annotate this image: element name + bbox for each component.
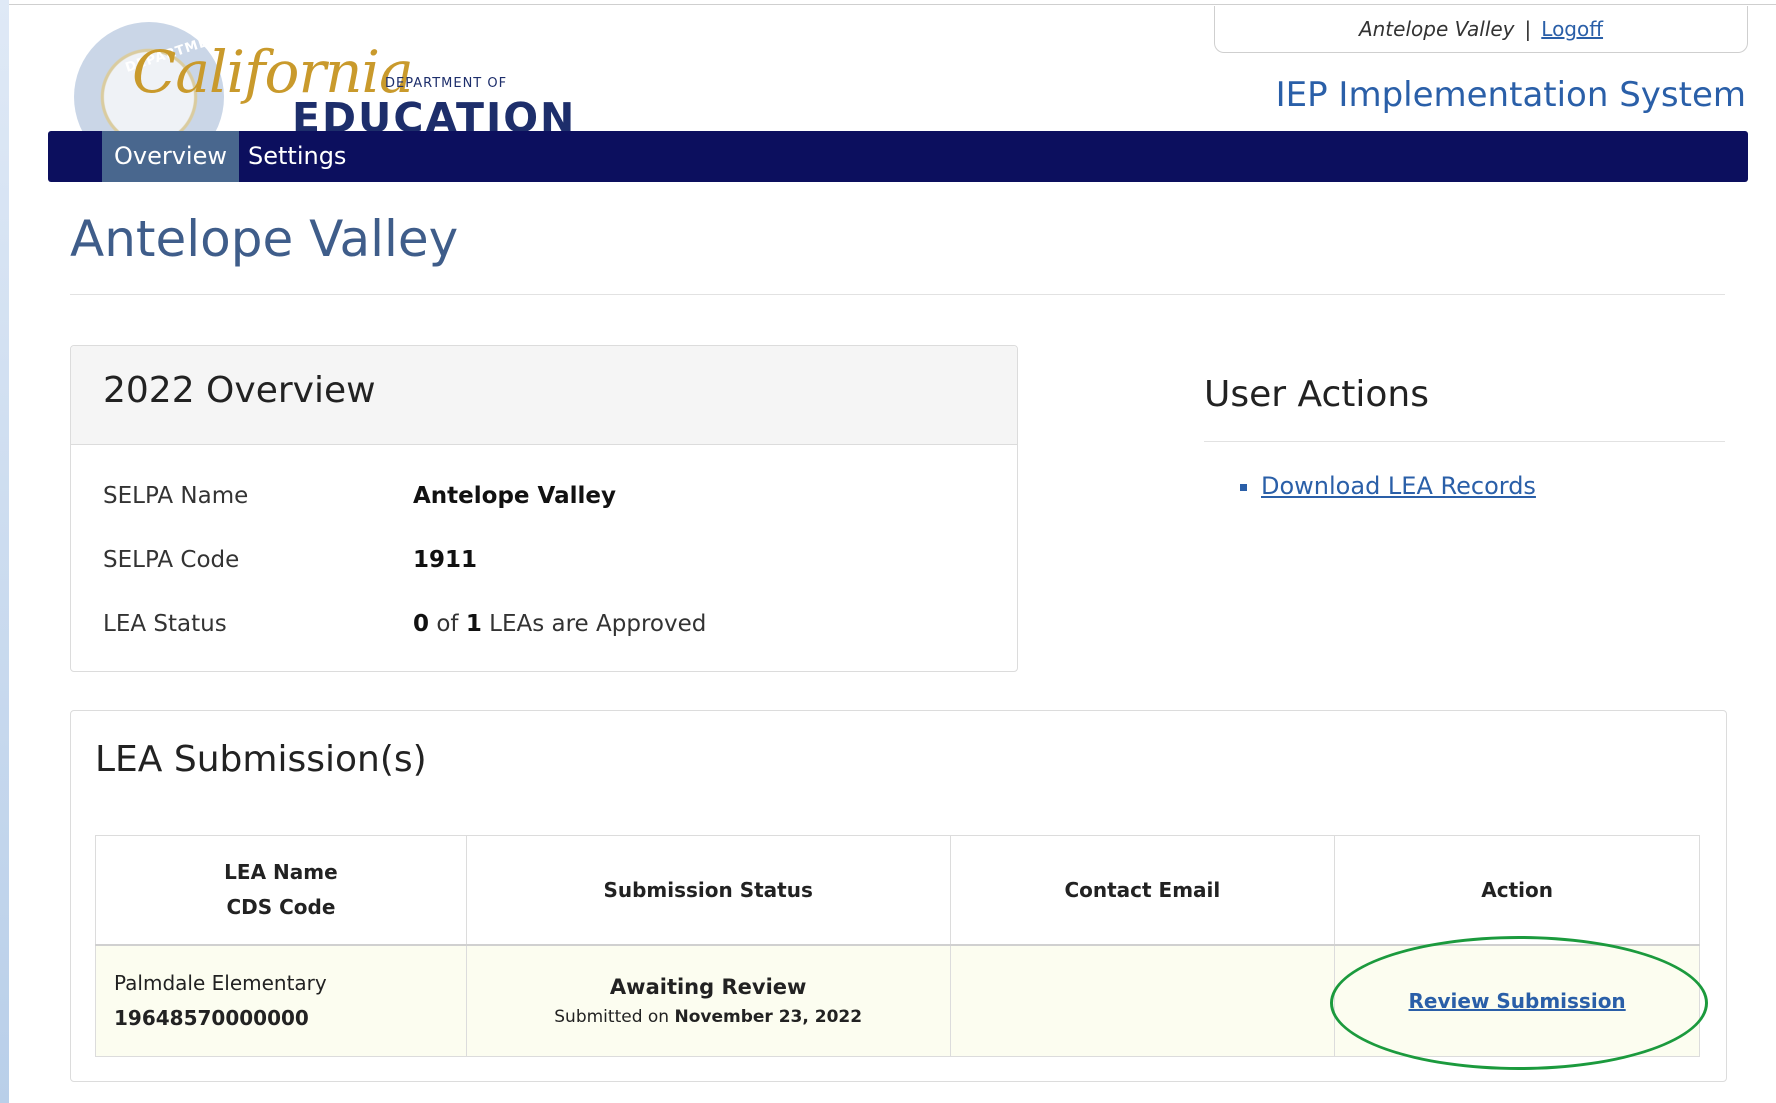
lea-total-count: 1 xyxy=(465,611,482,637)
action-cell: Review Submission xyxy=(1334,944,1700,1057)
download-lea-records-link[interactable]: Download LEA Records xyxy=(1261,472,1536,500)
col-submission-status: Submission Status xyxy=(465,835,951,946)
selpa-code-value: 1911 xyxy=(413,547,477,573)
overview-panel-header: 2022 Overview xyxy=(71,346,1017,445)
overview-panel: 2022 Overview SELPA Name Antelope Valley… xyxy=(70,345,1018,672)
table-row: Palmdale Elementary 19648570000000 Await… xyxy=(95,944,1700,1057)
contact-email-cell xyxy=(949,944,1336,1057)
logoff-link[interactable]: Logoff xyxy=(1541,17,1603,41)
user-actions-divider xyxy=(1204,441,1725,442)
page: Antelope Valley | Logoff DEPARTMENT OF E… xyxy=(0,0,1776,1103)
user-name: Antelope Valley xyxy=(1358,17,1515,41)
nav-settings[interactable]: Settings xyxy=(236,131,358,182)
col-lea-name-label: LEA Name xyxy=(224,860,338,884)
selpa-code-label: SELPA Code xyxy=(103,547,240,573)
submission-status-cell: Awaiting Review Submitted on November 23… xyxy=(465,944,951,1057)
submitted-on: Submitted on November 23, 2022 xyxy=(468,1007,949,1027)
col-lea-name: LEA Name CDS Code xyxy=(95,835,467,946)
table-header-row: LEA Name CDS Code Submission Status Cont… xyxy=(95,835,1700,946)
lea-submissions-panel: LEA Submission(s) LEA Name CDS Code Subm… xyxy=(70,710,1727,1082)
cde-logo[interactable]: DEPARTMENT OF ED California DEPARTMENT O… xyxy=(70,11,574,172)
lea-name-cell: Palmdale Elementary 19648570000000 xyxy=(95,944,467,1057)
nav-overview[interactable]: Overview xyxy=(102,131,239,182)
lea-status-label: LEA Status xyxy=(103,611,227,637)
user-box: Antelope Valley | Logoff xyxy=(1214,6,1748,53)
top-divider xyxy=(9,4,1776,5)
system-title: IEP Implementation System xyxy=(1275,75,1746,115)
main-navbar: Overview Settings xyxy=(48,131,1748,182)
col-action: Action xyxy=(1334,835,1700,946)
overview-heading: 2022 Overview xyxy=(103,370,376,411)
submission-status: Awaiting Review xyxy=(609,975,807,999)
submitted-date: November 23, 2022 xyxy=(674,1007,863,1027)
user-action-item: Download LEA Records xyxy=(1240,472,1536,500)
submitted-prefix: Submitted on xyxy=(554,1007,670,1027)
selpa-name-value: Antelope Valley xyxy=(413,483,616,509)
user-actions-heading: User Actions xyxy=(1204,374,1429,415)
review-submission-link[interactable]: Review Submission xyxy=(1409,989,1626,1013)
selpa-code-text: 1911 xyxy=(413,547,478,573)
lea-status-suffix: LEAs are Approved xyxy=(489,611,707,637)
col-contact-email: Contact Email xyxy=(949,835,1336,946)
page-title: Antelope Valley xyxy=(70,210,459,268)
lea-of-text: of xyxy=(436,611,459,637)
lea-submissions-heading: LEA Submission(s) xyxy=(95,739,427,780)
title-divider xyxy=(70,294,1725,295)
bullet-icon xyxy=(1240,483,1247,491)
lea-status-value: 0 of 1 LEAs are Approved xyxy=(413,611,706,637)
logo-department-of: DEPARTMENT OF xyxy=(385,76,508,91)
lea-approved-count: 0 xyxy=(413,611,430,637)
col-cds-code-label: CDS Code xyxy=(226,895,336,919)
selpa-name-label: SELPA Name xyxy=(103,483,249,509)
lea-submissions-table: LEA Name CDS Code Submission Status Cont… xyxy=(95,835,1700,1057)
lea-name: Palmdale Elementary xyxy=(114,971,327,995)
cds-code: 19648570000000 xyxy=(114,1006,309,1030)
user-separator: | xyxy=(1524,17,1532,41)
selpa-name-text: Antelope Valley xyxy=(413,483,616,509)
